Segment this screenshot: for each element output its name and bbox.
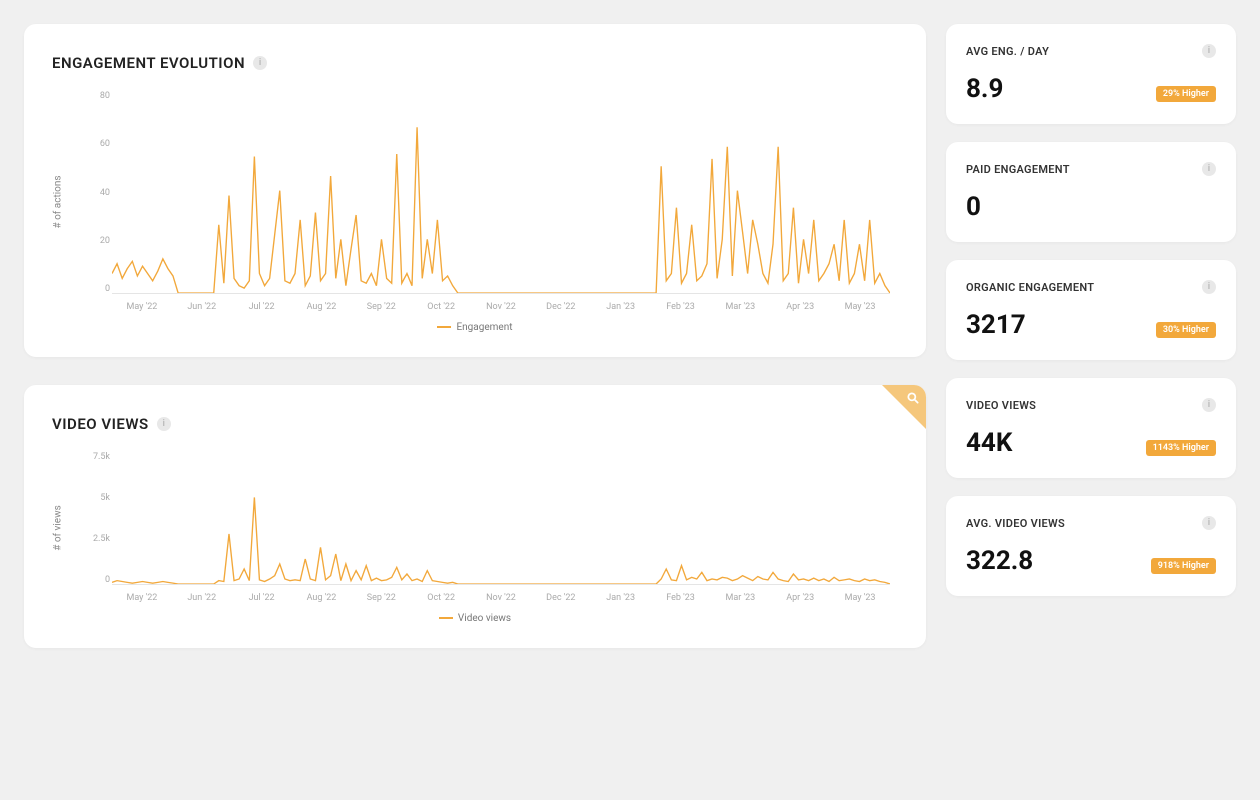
x-tick: Mar '23 <box>710 594 770 603</box>
stat-card[interactable]: ORGANIC ENGAGEMENT i 3217 30% Higher <box>946 260 1236 360</box>
engagement-line <box>112 98 890 293</box>
stat-label: AVG. VIDEO VIEWS <box>966 517 1065 530</box>
legend-label: Video views <box>458 613 511 624</box>
stat-badge: 918% Higher <box>1151 558 1216 574</box>
stat-value: 8.9 <box>966 76 1003 102</box>
y-tick: 2.5k <box>93 535 110 544</box>
stat-value: 44K <box>966 430 1012 456</box>
x-tick: Feb '23 <box>651 594 711 603</box>
chart-legend: Engagement <box>52 322 898 333</box>
legend-swatch <box>437 326 451 328</box>
engagement-evolution-card: ENGAGEMENT EVOLUTION i # of actions 80 60… <box>24 24 926 357</box>
y-axis-label: # of actions <box>53 175 64 228</box>
x-tick: Dec '22 <box>531 594 591 603</box>
stat-value: 3217 <box>966 312 1026 338</box>
x-tick: Nov '22 <box>471 594 531 603</box>
y-tick: 7.5k <box>93 453 110 462</box>
y-tick: 40 <box>100 189 110 198</box>
engagement-chart: # of actions 806040200 May '22Jun '22Jul… <box>88 92 890 312</box>
stat-badge: 1143% Higher <box>1146 440 1216 456</box>
x-tick: Sep '22 <box>351 594 411 603</box>
x-tick: May '23 <box>830 594 890 603</box>
video-chart-title: VIDEO VIEWS <box>52 415 149 433</box>
y-tick: 80 <box>100 92 110 101</box>
x-tick: Mar '23 <box>710 303 770 312</box>
y-tick: 5k <box>100 494 110 503</box>
x-tick: Jul '22 <box>232 303 292 312</box>
stat-value: 0 <box>966 194 981 220</box>
y-tick: 60 <box>100 140 110 149</box>
x-tick: Jan '23 <box>591 303 651 312</box>
info-icon[interactable]: i <box>1202 44 1216 58</box>
stat-card[interactable]: VIDEO VIEWS i 44K 1143% Higher <box>946 378 1236 478</box>
x-ticks: May '22Jun '22Jul '22Aug '22Sep '22Oct '… <box>112 594 890 603</box>
x-tick: Oct '22 <box>411 594 471 603</box>
info-icon[interactable]: i <box>253 56 267 70</box>
x-tick: May '22 <box>112 594 172 603</box>
info-icon[interactable]: i <box>1202 162 1216 176</box>
y-ticks: 7.5k 5k 2.5k 0 <box>80 453 110 585</box>
x-tick: Aug '22 <box>292 303 352 312</box>
x-tick: Apr '23 <box>770 594 830 603</box>
y-axis-label: # of views <box>53 505 64 551</box>
x-tick: Apr '23 <box>770 303 830 312</box>
x-tick: Jun '22 <box>172 594 232 603</box>
stat-label: ORGANIC ENGAGEMENT <box>966 281 1094 294</box>
info-icon[interactable]: i <box>1202 280 1216 294</box>
stat-card[interactable]: AVG ENG. / DAY i 8.9 29% Higher <box>946 24 1236 124</box>
x-ticks: May '22Jun '22Jul '22Aug '22Sep '22Oct '… <box>112 303 890 312</box>
search-icon[interactable] <box>906 391 920 409</box>
stat-label: VIDEO VIEWS <box>966 399 1036 412</box>
x-tick: Sep '22 <box>351 303 411 312</box>
info-icon[interactable]: i <box>1202 398 1216 412</box>
info-icon[interactable]: i <box>157 417 171 431</box>
y-tick: 0 <box>105 285 110 294</box>
x-tick: Nov '22 <box>471 303 531 312</box>
x-tick: Oct '22 <box>411 303 471 312</box>
legend-swatch <box>439 617 453 619</box>
stat-card[interactable]: PAID ENGAGEMENT i 0 <box>946 142 1236 242</box>
video-views-card: VIDEO VIEWS i # of views 7.5k 5k 2.5k 0 May… <box>24 385 926 648</box>
engagement-chart-title: ENGAGEMENT EVOLUTION <box>52 54 245 72</box>
x-tick: May '22 <box>112 303 172 312</box>
video-line <box>112 459 890 584</box>
legend-label: Engagement <box>456 322 512 333</box>
x-tick: May '23 <box>830 303 890 312</box>
stat-label: AVG ENG. / DAY <box>966 45 1049 58</box>
video-chart: # of views 7.5k5k2.5k0 May '22Jun '22Jul… <box>88 453 890 603</box>
x-tick: Feb '23 <box>651 303 711 312</box>
x-tick: Dec '22 <box>531 303 591 312</box>
chart-legend: Video views <box>52 613 898 624</box>
y-ticks: 80 60 40 20 0 <box>80 92 110 294</box>
stat-card[interactable]: AVG. VIDEO VIEWS i 322.8 918% Higher <box>946 496 1236 596</box>
stat-value: 322.8 <box>966 548 1033 574</box>
x-tick: Aug '22 <box>292 594 352 603</box>
x-tick: Jul '22 <box>232 594 292 603</box>
stat-label: PAID ENGAGEMENT <box>966 163 1070 176</box>
stat-badge: 29% Higher <box>1156 86 1216 102</box>
x-tick: Jun '22 <box>172 303 232 312</box>
info-icon[interactable]: i <box>1202 516 1216 530</box>
y-tick: 0 <box>105 576 110 585</box>
x-tick: Jan '23 <box>591 594 651 603</box>
y-tick: 20 <box>100 237 110 246</box>
stat-badge: 30% Higher <box>1156 322 1216 338</box>
